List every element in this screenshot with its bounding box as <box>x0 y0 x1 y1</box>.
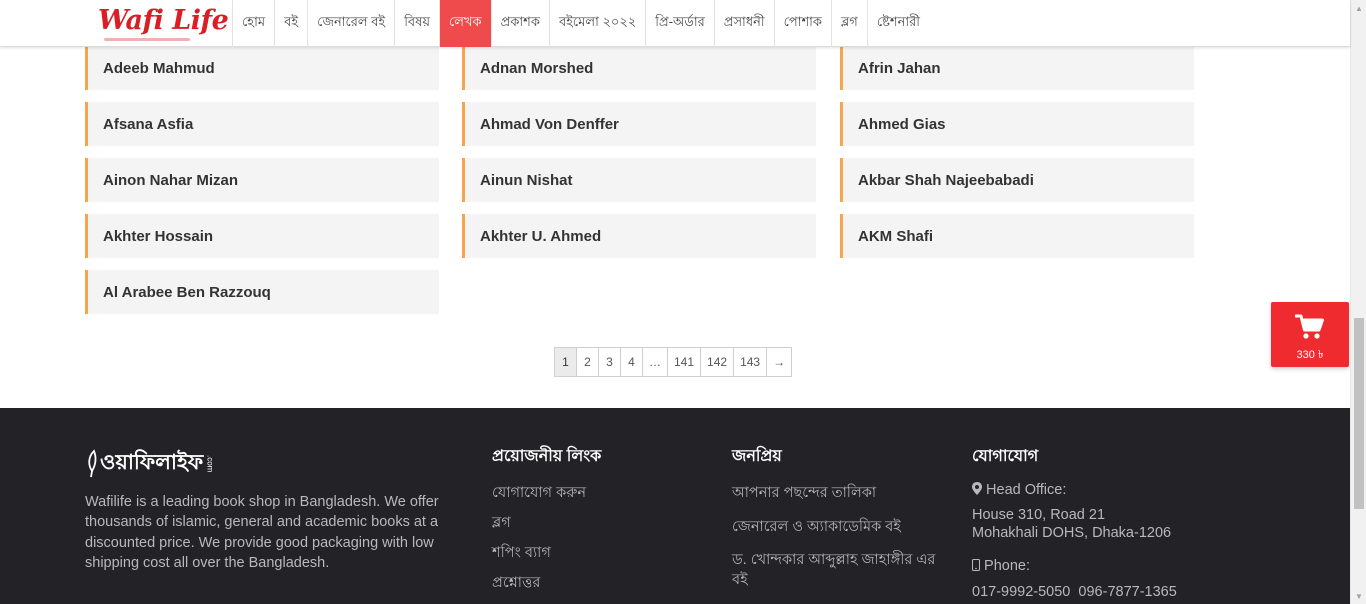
page-link-1[interactable]: 1 <box>555 348 577 376</box>
author-card[interactable]: Akhter U. Ahmed <box>462 214 816 258</box>
next-page-arrow[interactable]: → <box>767 348 792 376</box>
phone-numbers: 017-9992-5050 096-7877-1365 <box>972 584 1177 600</box>
footer-link-shopping-bag[interactable]: শপিং ব্যাগ <box>492 542 551 566</box>
nav-item-pre-order[interactable]: প্রি-অর্ডার <box>645 0 714 47</box>
useful-links-title: প্রয়োজনীয় লিংক <box>492 448 602 465</box>
page-ellipsis: … <box>643 348 668 376</box>
page-link-142[interactable]: 142 <box>701 348 735 376</box>
address-line-1: House 310, Road 21 <box>972 507 1106 523</box>
nav-item-home[interactable]: হোম <box>232 0 274 47</box>
page-link-143[interactable]: 143 <box>734 348 768 376</box>
mobile-phone-icon <box>972 559 980 571</box>
footer-link-author-books[interactable]: ড. খোন্দকার আব্দুল্লাহ জাহাঙ্গীর এর বই <box>732 550 952 590</box>
author-card[interactable]: Afsana Asfia <box>85 102 439 146</box>
author-card[interactable]: Akbar Shah Najeebabadi <box>840 158 1194 202</box>
nav-item-stationery[interactable]: ষ্টেশনারী <box>866 0 929 47</box>
footer-link-contact[interactable]: যোগাযোগ করুন <box>492 482 586 506</box>
page-link-4[interactable]: 4 <box>621 348 643 376</box>
page-link-141[interactable]: 141 <box>668 348 702 376</box>
nav-item-cosmetics[interactable]: প্রসাধনী <box>713 0 774 47</box>
floating-cart-button[interactable]: 330 ৳ <box>1271 302 1349 367</box>
footer-link-blog[interactable]: ব্লগ <box>492 512 511 536</box>
address-line-2: Mohakhali DOHS, Dhaka-1206 <box>972 525 1172 541</box>
footer-logo-suffix: .com <box>205 454 215 473</box>
nav-item-clothing[interactable]: পোশাক <box>773 0 831 47</box>
page-link-3[interactable]: 3 <box>599 348 621 376</box>
popular-title: জনপ্রিয় <box>732 448 782 465</box>
author-card[interactable]: AKM Shafi <box>840 214 1194 258</box>
nav-item-general-books[interactable]: জেনারেল বই <box>307 0 394 47</box>
page-link-2[interactable]: 2 <box>577 348 599 376</box>
main-nav: হোম বই জেনারেল বই বিষয় লেখক প্রকাশক বইম… <box>232 0 929 47</box>
footer-link-faq[interactable]: প্রশ্নোত্তর <box>492 572 540 596</box>
nav-item-publishers[interactable]: প্রকাশক <box>490 0 549 47</box>
author-card[interactable]: Ahmad Von Denffer <box>462 102 816 146</box>
footer-description: Wafilife is a leading book shop in Bangl… <box>85 494 439 571</box>
phone-label-text: Phone: <box>984 558 1030 574</box>
scrollbar-thumb[interactable] <box>1354 318 1364 509</box>
author-card[interactable]: Ainun Nishat <box>462 158 816 202</box>
scroll-up-arrow-icon[interactable]: ▲ <box>1351 0 1366 16</box>
pagination: 1 2 3 4 … 141 142 143 → <box>554 347 793 377</box>
head-office-text: Head Office: <box>986 482 1067 498</box>
nav-item-blog[interactable]: ব্লগ <box>831 0 867 47</box>
author-card[interactable]: Al Arabee Ben Razzouq <box>85 270 439 314</box>
map-marker-icon <box>972 482 982 495</box>
nav-item-authors[interactable]: লেখক <box>438 0 491 47</box>
author-card[interactable]: Akhter Hossain <box>85 214 439 258</box>
feather-icon <box>88 448 97 477</box>
site-footer: ওয়াফিলাইফ .com Wafilife is a leading bo… <box>0 408 1350 604</box>
page: Wafi Life হোম বই জেনারেল বই বিষয় লেখক প… <box>0 0 1366 604</box>
scroll-down-arrow-icon[interactable]: ▼ <box>1351 588 1366 604</box>
author-card[interactable]: Ahmed Gias <box>840 102 1194 146</box>
site-header: Wafi Life হোম বই জেনারেল বই বিষয় লেখক প… <box>0 0 1350 47</box>
author-card[interactable]: Ainon Nahar Mizan <box>85 158 439 202</box>
footer-link-general-academic[interactable]: জেনারেল ও অ্যাকাডেমিক বই <box>732 516 901 540</box>
footer-logo-text: ওয়াফিলাইফ <box>100 451 204 474</box>
phone-label: Phone: <box>972 558 1030 574</box>
site-logo[interactable]: Wafi Life <box>98 5 229 36</box>
cart-icon <box>1295 314 1324 339</box>
footer-link-wishlist[interactable]: আপনার পছন্দের তালিকা <box>732 482 876 506</box>
author-card[interactable]: Afrin Jahan <box>840 46 1194 90</box>
page-scrollbar[interactable]: ▲ ▼ <box>1350 0 1366 604</box>
head-office-label: Head Office: <box>972 482 1066 498</box>
nav-item-books[interactable]: বই <box>274 0 307 47</box>
logo-swoosh <box>104 38 190 41</box>
nav-item-book-fair[interactable]: বইমেলা ২০২২ <box>548 0 645 47</box>
contact-title: যোগাযোগ <box>972 448 1039 465</box>
author-card[interactable]: Adeeb Mahmud <box>85 46 439 90</box>
footer-logo[interactable]: ওয়াফিলাইফ .com <box>86 446 214 481</box>
cart-total: 330 ৳ <box>1296 349 1324 361</box>
nav-item-subjects[interactable]: বিষয় <box>394 0 439 47</box>
author-card[interactable]: Adnan Morshed <box>462 46 816 90</box>
